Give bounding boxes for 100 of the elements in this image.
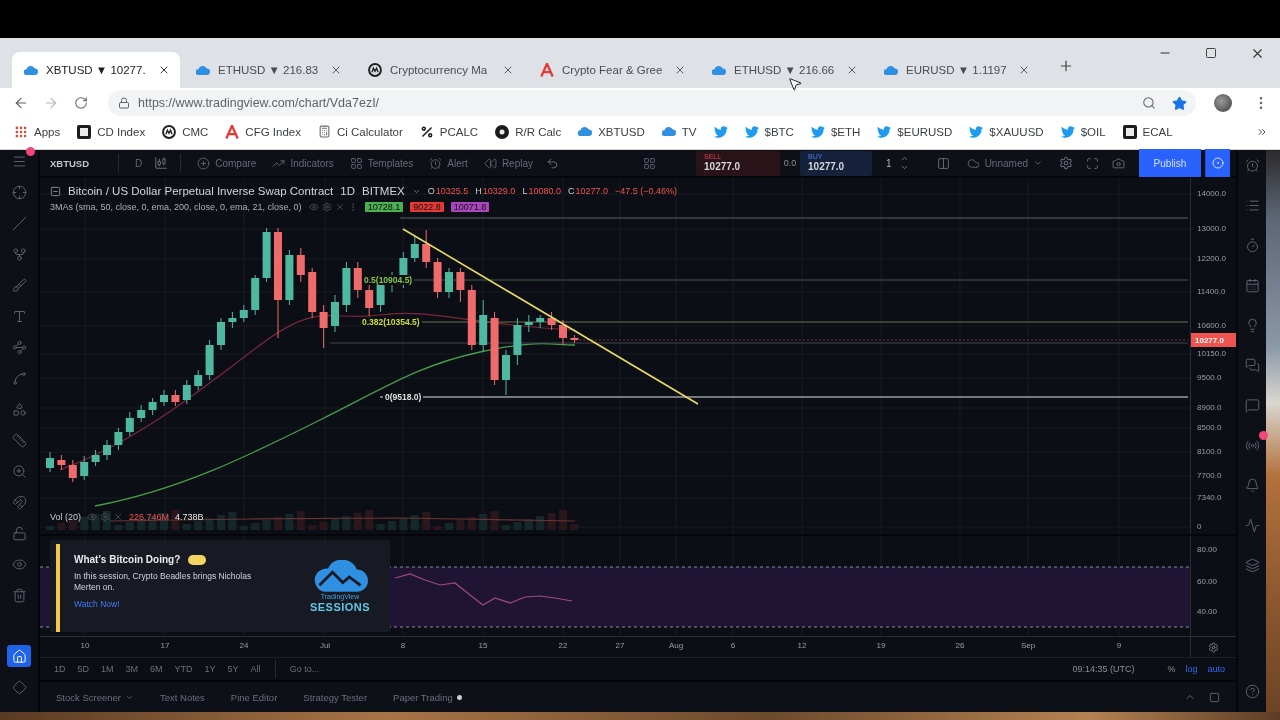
panel-tab[interactable]: Stock Screener (48, 685, 142, 709)
profile-avatar[interactable] (1214, 94, 1232, 112)
eye-icon (11, 556, 27, 572)
nodes-icon (11, 339, 27, 355)
range-button[interactable]: 5Y (221, 659, 245, 679)
toolbar-button[interactable]: Templates (341, 151, 422, 175)
bookmark-link[interactable]: Apps (14, 124, 61, 139)
price-axis-label: 8100.0 (1197, 447, 1222, 457)
toolbar-button[interactable]: Indicators (264, 151, 342, 175)
bookmark-link[interactable]: Ci Calculator (317, 125, 403, 138)
range-button[interactable]: 1M (95, 659, 120, 679)
publish-options-button[interactable] (1205, 149, 1230, 177)
watch-now-link[interactable]: Watch Now! (74, 599, 120, 609)
chevron-down-icon[interactable] (899, 163, 909, 172)
close-icon (502, 64, 514, 76)
panel-tab[interactable]: Text Notes (151, 685, 213, 709)
indicator-axis-label: 80.00 (1197, 545, 1218, 555)
star-icon (1171, 95, 1187, 111)
price-axis-label: 14000.0 (1197, 189, 1226, 199)
browser-tab[interactable]: XBTUSD ▼ 10277. (12, 52, 180, 88)
bookmark-link[interactable] (713, 124, 728, 139)
cloud-logo-icon (196, 65, 210, 75)
bookmark-link[interactable]: XBTUSD (578, 125, 645, 138)
panel-tab[interactable]: Paper Trading (385, 685, 470, 709)
diamond-icon (11, 679, 27, 695)
cloud-logo-icon (24, 65, 38, 75)
settings-icon (1059, 156, 1073, 170)
range-button[interactable]: 5D (71, 659, 96, 679)
range-button[interactable]: 1D (48, 659, 72, 679)
plus-icon (1058, 58, 1074, 74)
scale-toggle[interactable]: auto (1202, 659, 1230, 679)
clock-text: 09:14:35 (UTC) (1072, 664, 1135, 674)
browser-tab[interactable]: Cryptocurrency Ma (356, 52, 524, 88)
layout-name-button[interactable]: Unnamed (958, 151, 1051, 175)
bookmark-link[interactable]: TV (661, 125, 697, 138)
range-button[interactable]: 1Y (198, 659, 222, 679)
settings-icon[interactable] (1208, 641, 1219, 653)
bird-icon (877, 124, 892, 139)
menu-icon (11, 153, 27, 169)
lock-icon (118, 97, 130, 109)
bookmark-link[interactable]: $ETH (810, 124, 861, 139)
time-axis-label: Aug (668, 641, 684, 650)
spread-text: 0.0 (782, 158, 798, 168)
range-button[interactable]: All (244, 659, 267, 679)
interval-button[interactable]: D (127, 151, 151, 175)
percent-icon (419, 124, 434, 139)
price-axis-label: 10600.0 (1197, 321, 1226, 331)
indicator-axis-label: 60.00 (1197, 577, 1218, 587)
toolbar-button[interactable]: Compare (189, 151, 265, 175)
scale-toggle[interactable]: log (1180, 659, 1203, 679)
bookmark-link[interactable]: CD Index (77, 124, 146, 139)
triangle-logo-icon (225, 124, 240, 139)
bookmark-link[interactable]: $BTC (744, 124, 794, 139)
square-logo-icon (1122, 124, 1137, 139)
symbol-search-field[interactable]: XBTUSD (50, 157, 110, 169)
bell-icon (1244, 477, 1260, 493)
browser-tab[interactable]: ETHUSD ▼ 216.83 (184, 52, 352, 88)
maximize-icon (1205, 47, 1217, 59)
bookmark-link[interactable]: $OIL (1060, 124, 1106, 139)
toolbar-button[interactable]: Replay (475, 151, 541, 175)
close-icon (674, 64, 686, 76)
ruler-icon (11, 432, 27, 448)
circle-logo-icon (495, 124, 510, 139)
caret-icon (1033, 158, 1043, 168)
range-button[interactable]: 3M (119, 659, 145, 679)
close-icon (1018, 64, 1030, 76)
url-text: https://www.tradingview.com/chart/Vda7ezI/ (138, 96, 381, 110)
price-axis-label: 7700.0 (1197, 471, 1222, 481)
time-axis-label: 9 (1116, 641, 1122, 650)
range-button[interactable]: 6M (144, 659, 169, 679)
scale-toggle[interactable]: % (1162, 659, 1181, 679)
bookmark-link[interactable]: R/R Calc (495, 124, 562, 139)
maximize-icon (1208, 691, 1220, 703)
circle-logo-icon (368, 63, 382, 77)
chat-bubbles-icon (1244, 357, 1260, 373)
undo-arrow-icon (545, 156, 559, 170)
close-icon (158, 64, 170, 76)
bookmark-link[interactable]: $EURUSD (877, 124, 953, 139)
bookmark-link[interactable]: CMC (162, 124, 209, 139)
go-to-button[interactable]: Go to... (283, 659, 326, 679)
chevron-up-icon[interactable] (899, 154, 909, 163)
cloud-logo-icon (884, 65, 898, 75)
calendar-icon (1244, 277, 1260, 293)
bookmark-link[interactable]: $XAUUSD (969, 124, 1044, 139)
panel-tab[interactable]: Strategy Tester (295, 685, 376, 709)
toolbar-button[interactable]: Alert (421, 151, 476, 175)
bookmark-link[interactable]: PCALC (419, 124, 479, 139)
house-tool-button[interactable] (7, 645, 31, 667)
time-axis-label: 26 (955, 641, 965, 650)
panel-tab[interactable]: Pine Editor (222, 685, 286, 709)
browser-tab[interactable]: ETHUSD ▼ 216.66 (700, 52, 868, 88)
alarm-clock-icon (429, 156, 443, 170)
bookmark-link[interactable]: CFG Index (225, 124, 301, 139)
bookmark-link[interactable]: ECAL (1122, 124, 1173, 139)
publish-button[interactable]: Publish (1139, 149, 1201, 177)
range-button[interactable]: YTD (168, 659, 199, 679)
browser-tab[interactable]: EURUSD ▼ 1.1197 (872, 52, 1040, 88)
address-bar[interactable]: https://www.tradingview.com/chart/Vda7ezI/ (108, 90, 1196, 116)
quantity-field[interactable]: 1 (886, 157, 892, 169)
browser-tab[interactable]: Crypto Fear & Gree (528, 52, 696, 88)
